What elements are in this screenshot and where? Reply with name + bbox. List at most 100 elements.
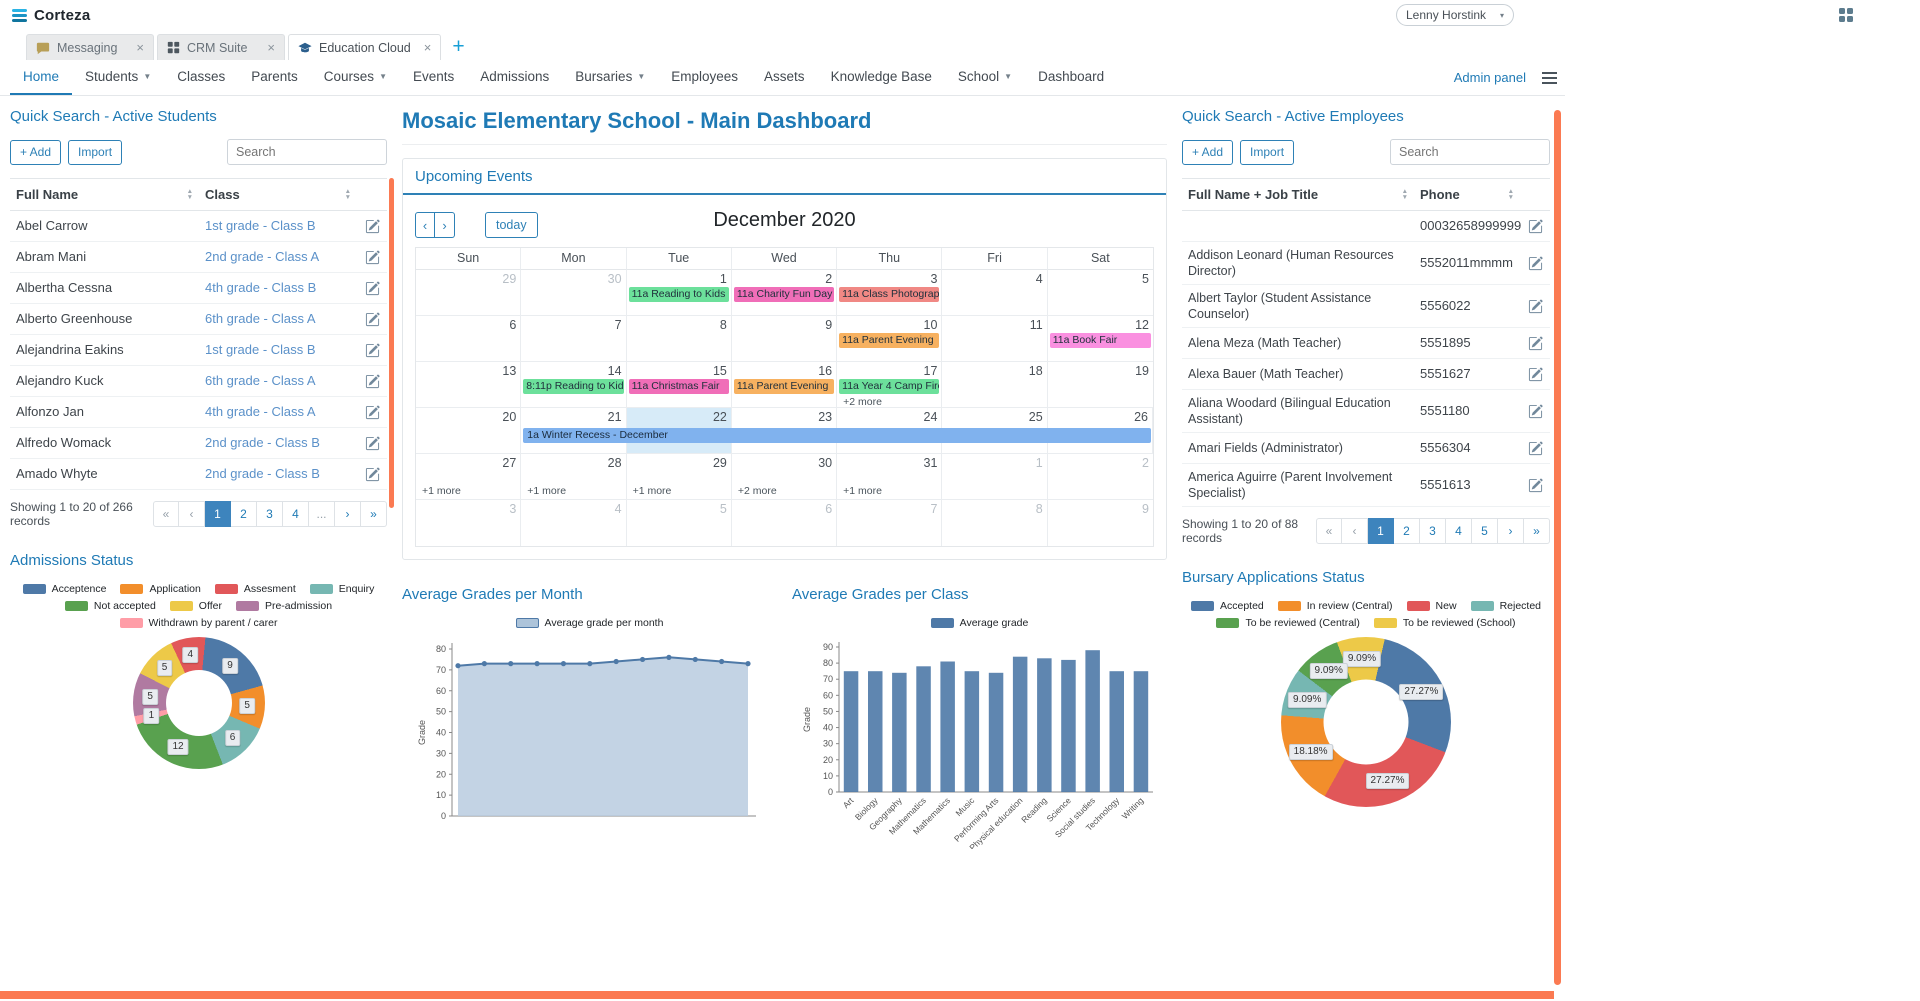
calendar-day-cell[interactable]: 18 <box>942 362 1048 408</box>
calendar-day-cell[interactable]: 15 11a Christmas Fair <box>626 362 732 408</box>
calendar-day-cell[interactable]: 1 11a Reading to Kids <box>626 270 732 316</box>
calendar-day-cell[interactable]: 8 <box>626 316 732 362</box>
calendar-day-cell[interactable]: 7 <box>837 500 943 546</box>
calendar-event[interactable]: 11a Christmas Fair <box>628 379 729 394</box>
edit-record-button[interactable] <box>357 466 387 482</box>
calendar-day-cell[interactable]: 6 <box>732 500 838 546</box>
calendar-day-cell[interactable]: 13 <box>416 362 522 408</box>
edit-record-button[interactable] <box>357 435 387 451</box>
calendar-event[interactable]: 11a Charity Fun Day <box>733 287 835 302</box>
employees-search-input[interactable] <box>1390 139 1550 165</box>
calendar-multiday-event[interactable]: 1a Winter Recess - December <box>523 428 1151 443</box>
nav-item-students[interactable]: Students ▼ <box>72 60 164 95</box>
students-sort-class[interactable]: Class ▲ ▼ <box>199 179 357 210</box>
app-grid-icon[interactable] <box>1838 7 1854 23</box>
edit-record-button[interactable] <box>1520 298 1550 314</box>
page-button[interactable]: 4 <box>283 501 309 527</box>
nav-item-classes[interactable]: Classes <box>164 60 238 95</box>
calendar-day-cell[interactable]: 31 +1 more <box>837 454 943 500</box>
calendar-day-cell[interactable]: 1711a Year 4 Camp Fire N+2 more <box>837 362 943 408</box>
more-events-link[interactable]: +2 more <box>837 395 941 407</box>
import-employees-button[interactable]: Import <box>1240 139 1295 165</box>
close-icon[interactable]: × <box>261 40 275 55</box>
calendar-day-cell[interactable]: 10 11a Parent Evening <box>837 316 943 362</box>
calendar-day-cell[interactable]: 5 <box>627 500 732 546</box>
nav-item-events[interactable]: Events <box>400 60 467 95</box>
calendar-event[interactable]: 11a Parent Evening <box>733 379 835 394</box>
student-class-link[interactable]: 2nd grade - Class B <box>199 461 357 487</box>
nav-item-school[interactable]: School ▼ <box>945 60 1025 95</box>
tab-education-cloud[interactable]: Education Cloud × <box>288 34 442 60</box>
calendar-day-cell[interactable]: 3 <box>416 500 522 546</box>
edit-record-button[interactable] <box>357 373 387 389</box>
nav-item-parents[interactable]: Parents <box>238 60 311 95</box>
import-students-button[interactable]: Import <box>68 139 123 165</box>
calendar-day-cell[interactable]: 30 +2 more <box>731 454 838 500</box>
calendar-day-cell[interactable]: 9 <box>1048 500 1153 546</box>
student-class-link[interactable]: 6th grade - Class A <box>199 368 357 394</box>
calendar-day-cell[interactable]: 2 11a Charity Fun Day <box>731 270 838 316</box>
edit-record-button[interactable] <box>357 342 387 358</box>
admin-panel-link[interactable]: Admin panel <box>1454 70 1526 85</box>
table-scrollbar[interactable] <box>389 178 394 508</box>
calendar-day-cell[interactable]: 9 <box>731 316 838 362</box>
calendar-day-cell[interactable]: 8 <box>942 500 1048 546</box>
page-button[interactable]: 3 <box>1420 518 1446 544</box>
page-button[interactable]: « <box>1316 518 1342 544</box>
more-events-link[interactable]: +2 more <box>732 484 836 497</box>
edit-record-button[interactable] <box>357 218 387 234</box>
user-menu[interactable]: Lenny Horstink ▾ <box>1396 4 1514 26</box>
calendar-day-cell[interactable]: 19 <box>1047 362 1153 408</box>
page-button[interactable]: 1 <box>205 501 231 527</box>
employees-sort-name[interactable]: Full Name + Job Title ▲ ▼ <box>1182 179 1414 210</box>
calendar-event[interactable]: 11a Year 4 Camp Fire N <box>839 379 940 394</box>
student-class-link[interactable]: 1st grade - Class B <box>199 337 357 363</box>
page-button[interactable]: 5 <box>1472 518 1498 544</box>
nav-item-home[interactable]: Home <box>10 60 73 95</box>
edit-record-button[interactable] <box>357 311 387 327</box>
calendar-day-cell[interactable]: 12 11a Book Fair <box>1047 316 1153 362</box>
add-student-button[interactable]: + Add <box>10 139 62 165</box>
edit-record-button[interactable] <box>1520 366 1550 382</box>
calendar-prev-button[interactable]: ‹ <box>415 212 435 238</box>
calendar-day-cell[interactable]: 1 <box>942 454 1048 500</box>
student-class-link[interactable]: 4th grade - Class A <box>199 399 357 425</box>
page-button[interactable]: 2 <box>1394 518 1420 544</box>
nav-item-employees[interactable]: Employees <box>658 60 751 95</box>
nav-item-bursaries[interactable]: Bursaries ▼ <box>562 60 658 95</box>
page-button[interactable]: 4 <box>1446 518 1472 544</box>
calendar-day-cell[interactable]: 4 <box>942 270 1048 316</box>
page-button[interactable]: 1 <box>1368 518 1394 544</box>
more-events-link[interactable]: +1 more <box>521 484 625 497</box>
nav-item-knowledge-base[interactable]: Knowledge Base <box>818 60 945 95</box>
page-button[interactable]: ‹ <box>1342 518 1368 544</box>
close-icon[interactable]: × <box>130 40 144 55</box>
calendar-day-cell[interactable]: 28 +1 more <box>521 454 627 500</box>
calendar-day-cell[interactable]: 29 <box>416 270 522 316</box>
calendar-day-cell[interactable]: 11 <box>942 316 1048 362</box>
students-sort-name[interactable]: Full Name ▲ ▼ <box>10 179 199 210</box>
calendar-day-cell[interactable]: 30 <box>521 270 627 316</box>
calendar-day-cell[interactable]: 5 <box>1047 270 1153 316</box>
calendar-day-cell[interactable]: 6 <box>416 316 522 362</box>
page-button[interactable]: » <box>1524 518 1550 544</box>
page-button[interactable]: 3 <box>257 501 283 527</box>
calendar-day-cell[interactable]: 20 <box>416 408 522 454</box>
calendar-day-cell[interactable]: 16 11a Parent Evening <box>731 362 838 408</box>
nav-item-assets[interactable]: Assets <box>751 60 818 95</box>
tab-messaging[interactable]: Messaging × <box>26 34 154 60</box>
add-employee-button[interactable]: + Add <box>1182 139 1234 165</box>
students-search-input[interactable] <box>227 139 387 165</box>
edit-record-button[interactable] <box>1520 477 1550 493</box>
calendar-day-cell[interactable]: 27 +1 more <box>416 454 522 500</box>
page-button[interactable]: » <box>361 501 387 527</box>
corteza-logo[interactable]: Corteza <box>12 7 90 24</box>
student-class-link[interactable]: 1st grade - Class B <box>199 213 357 239</box>
calendar-next-button[interactable]: › <box>435 212 455 238</box>
calendar-day-cell[interactable]: 29 +1 more <box>626 454 732 500</box>
more-events-link[interactable]: +1 more <box>837 484 941 497</box>
page-button[interactable]: › <box>1498 518 1524 544</box>
calendar-event[interactable]: 8:11p Reading to Kids <box>523 379 624 394</box>
student-class-link[interactable]: 2nd grade - Class B <box>199 430 357 456</box>
calendar-event[interactable]: 11a Reading to Kids <box>628 287 729 302</box>
